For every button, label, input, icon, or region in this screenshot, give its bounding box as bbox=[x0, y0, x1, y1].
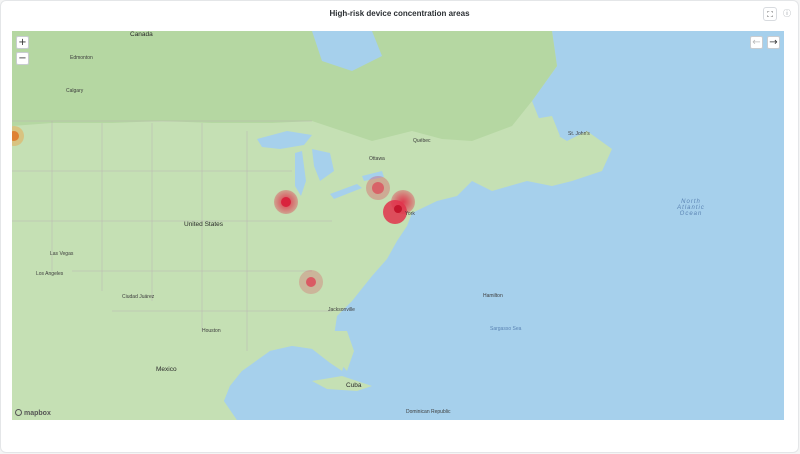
map-basemap bbox=[12, 31, 612, 420]
label-calgary: Calgary bbox=[66, 88, 84, 94]
zoom-in-button[interactable]: + bbox=[16, 36, 29, 49]
next-button[interactable]: → bbox=[767, 36, 780, 49]
hotspot-atlanta bbox=[299, 270, 323, 294]
info-icon[interactable]: ⓘ bbox=[780, 7, 794, 21]
map-panel: High-risk device concentration areas ⛶ ⓘ bbox=[0, 0, 799, 453]
label-mexico: Mexico bbox=[156, 366, 177, 373]
mapbox-logo-icon bbox=[15, 409, 22, 416]
label-united-states: United States bbox=[184, 221, 224, 228]
label-edmonton: Edmonton bbox=[70, 55, 93, 61]
mapbox-logo-text: mapbox bbox=[24, 410, 51, 417]
label-jacksonville: Jacksonville bbox=[328, 307, 355, 313]
label-new-york: York bbox=[405, 211, 415, 217]
label-st-johns: St. John's bbox=[568, 131, 590, 137]
zoom-out-button[interactable]: − bbox=[16, 52, 29, 65]
label-dominican-republic: Dominican Republic bbox=[406, 409, 451, 415]
label-quebec: Québec bbox=[413, 138, 431, 144]
label-sargasso-sea: Sargasso Sea bbox=[490, 326, 522, 332]
label-canada: Canada bbox=[130, 31, 153, 38]
hotspot-chicago bbox=[274, 190, 298, 214]
map-canvas[interactable]: Canada Edmonton Calgary Québec Ottawa St… bbox=[12, 31, 784, 420]
label-houston: Houston bbox=[202, 328, 221, 334]
label-ottawa: Ottawa bbox=[369, 156, 385, 162]
prev-button[interactable]: ← bbox=[750, 36, 763, 49]
label-hamilton: Hamilton bbox=[483, 293, 503, 299]
label-ciudad-juarez: Ciudad Juárez bbox=[122, 294, 155, 300]
hotspot-new-york bbox=[383, 200, 407, 224]
label-las-vegas: Las Vegas bbox=[50, 251, 74, 257]
panel-title: High-risk device concentration areas bbox=[329, 9, 470, 18]
hotspot-toronto bbox=[366, 176, 390, 200]
label-north-atlantic-ocean: North Atlantic Ocean bbox=[677, 199, 705, 217]
expand-icon[interactable]: ⛶ bbox=[763, 7, 777, 21]
mapbox-logo[interactable]: mapbox bbox=[15, 409, 51, 417]
label-cuba: Cuba bbox=[346, 382, 362, 389]
label-los-angeles: Los Angeles bbox=[36, 271, 64, 277]
